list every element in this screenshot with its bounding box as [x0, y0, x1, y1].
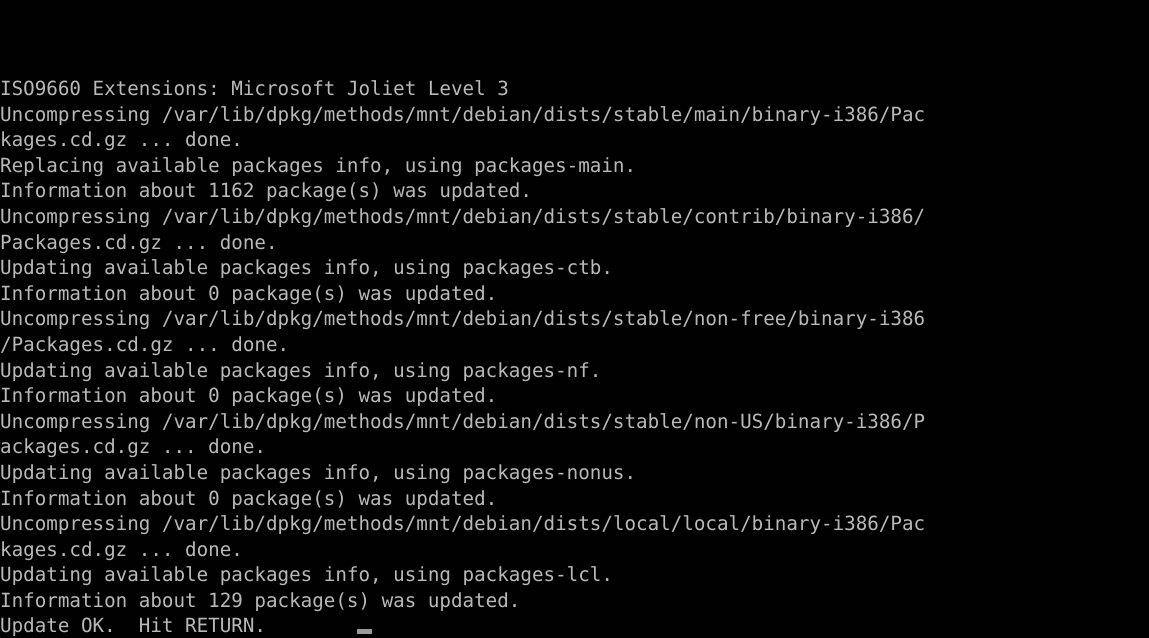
console-line: Uncompressing /var/lib/dpkg/methods/mnt/… [0, 409, 926, 433]
console-line: Updating available packages info, using … [0, 358, 602, 382]
console-output: ISO9660 Extensions: Microsoft Joliet Lev… [0, 76, 1149, 638]
console-line: Updating available packages info, using … [0, 460, 637, 484]
console-line: Information about 0 package(s) was updat… [0, 281, 498, 305]
console-line: /Packages.cd.gz ... done. [0, 332, 290, 356]
console-line: Information about 129 package(s) was upd… [0, 588, 521, 612]
console-line: Information about 0 package(s) was updat… [0, 384, 498, 408]
console-line: Information about 1162 package(s) was up… [0, 179, 532, 203]
console-line: Packages.cd.gz ... done. [0, 230, 278, 254]
console-line: ISO9660 Extensions: Microsoft Joliet Lev… [0, 77, 509, 100]
console-line: Uncompressing /var/lib/dpkg/methods/mnt/… [0, 512, 926, 536]
console-line: Replacing available packages info, using… [0, 153, 637, 177]
console-line: Updating available packages info, using … [0, 563, 613, 587]
console-line: kages.cd.gz ... done. [0, 537, 243, 561]
console-line-prompt: Update OK. Hit RETURN. [0, 614, 266, 638]
console-line: Information about 0 package(s) was updat… [0, 486, 498, 510]
terminal-screen[interactable]: ISO9660 Extensions: Microsoft Joliet Lev… [0, 0, 1149, 638]
console-line: Uncompressing /var/lib/dpkg/methods/mnt/… [0, 204, 926, 228]
console-line: Uncompressing /var/lib/dpkg/methods/mnt/… [0, 102, 926, 126]
console-line: Uncompressing /var/lib/dpkg/methods/mnt/… [0, 307, 926, 331]
text-cursor [357, 629, 372, 634]
console-line: kages.cd.gz ... done. [0, 128, 243, 152]
console-line: ackages.cd.gz ... done. [0, 435, 266, 459]
console-line: Updating available packages info, using … [0, 256, 613, 280]
